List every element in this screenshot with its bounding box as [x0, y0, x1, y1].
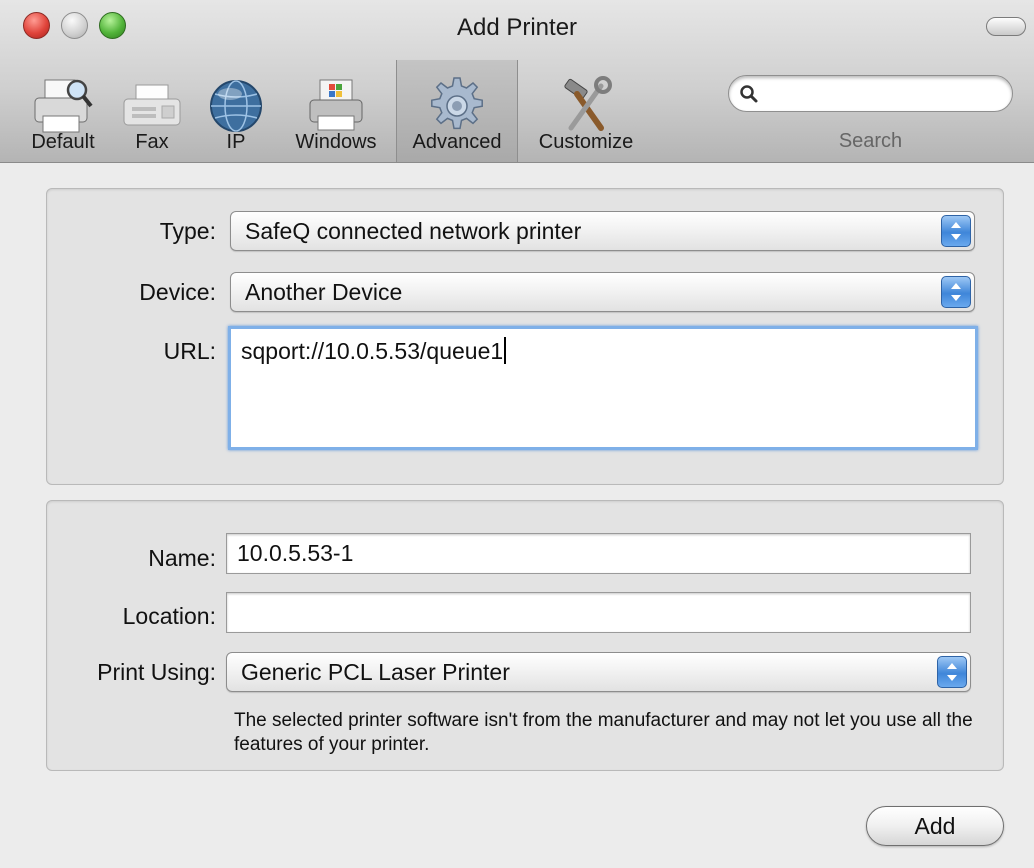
device-value: Another Device: [245, 279, 403, 305]
name-field[interactable]: 10.0.5.53-1: [226, 533, 971, 574]
toolbar-label: Default: [31, 131, 95, 153]
toolbar-toggle-button[interactable]: [986, 17, 1026, 36]
tools-icon: [554, 74, 618, 138]
toolbar-item-default[interactable]: Default: [18, 60, 108, 162]
location-field[interactable]: [226, 592, 971, 633]
windows-printer-icon: [304, 74, 368, 138]
popup-arrows-icon: [937, 656, 967, 688]
search-icon: [739, 84, 759, 104]
window-toolbar: Add Printer Default Fax IP Windows Advan…: [0, 0, 1034, 163]
text-caret: [504, 337, 507, 364]
device-label: Device:: [139, 279, 216, 305]
popup-arrows-icon: [941, 276, 971, 308]
url-value: sqport://10.0.5.53/queue1: [241, 338, 504, 364]
driver-warning-text: The selected printer software isn't from…: [234, 710, 973, 755]
toolbar-item-customize[interactable]: Customize: [526, 60, 646, 162]
toolbar-label: Customize: [538, 131, 634, 153]
toolbar-label: IP: [226, 131, 246, 153]
fax-icon: [120, 74, 184, 138]
toolbar-label: Fax: [135, 131, 169, 153]
location-label: Location:: [122, 603, 216, 629]
print-using-popup[interactable]: Generic PCL Laser Printer: [226, 652, 971, 692]
toolbar-item-advanced[interactable]: Advanced: [396, 60, 518, 162]
search-input[interactable]: [728, 75, 1013, 112]
type-label: Type:: [159, 218, 216, 244]
toolbar-item-ip[interactable]: IP: [196, 60, 276, 162]
url-label: URL:: [163, 338, 216, 364]
type-value: SafeQ connected network printer: [245, 218, 582, 244]
default-printer-icon: [31, 74, 95, 138]
device-popup[interactable]: Another Device: [230, 272, 975, 312]
type-popup[interactable]: SafeQ connected network printer: [230, 211, 975, 251]
print-using-label: Print Using:: [97, 659, 216, 685]
print-using-value: Generic PCL Laser Printer: [241, 659, 510, 685]
toolbar-label: Advanced: [412, 131, 502, 153]
search-label: Search: [838, 130, 903, 152]
name-label: Name:: [148, 545, 216, 571]
toolbar-item-fax[interactable]: Fax: [112, 60, 192, 162]
add-button[interactable]: Add: [866, 806, 1004, 846]
window-title: Add Printer: [456, 14, 578, 41]
toolbar-label: Windows: [295, 131, 377, 153]
ip-globe-icon: [204, 74, 268, 138]
toolbar-item-windows[interactable]: Windows: [284, 60, 388, 162]
popup-arrows-icon: [941, 215, 971, 247]
gear-icon: [425, 74, 489, 138]
url-field[interactable]: sqport://10.0.5.53/queue1: [228, 326, 978, 450]
